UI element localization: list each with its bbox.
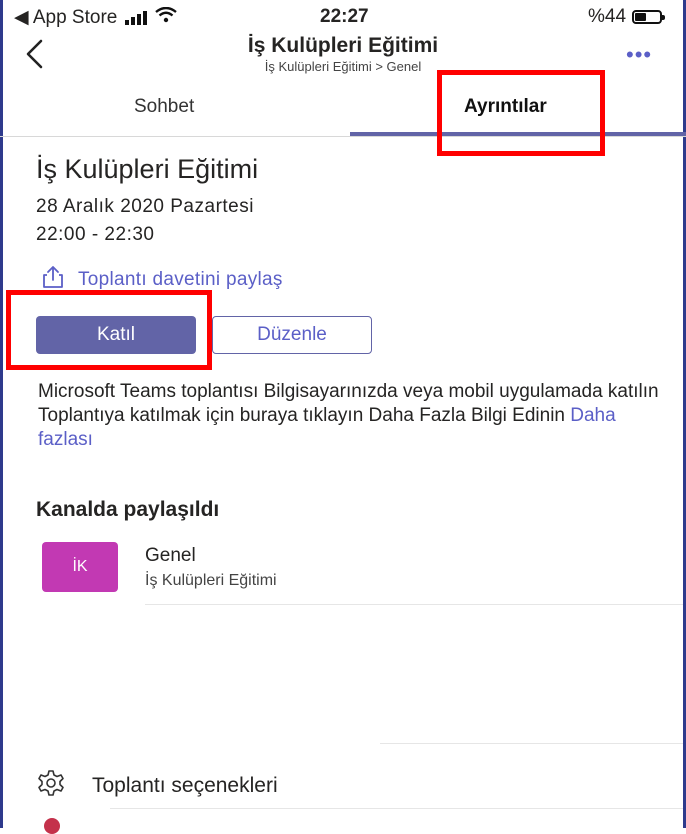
partial-bottom-icon <box>44 818 60 834</box>
divider <box>110 808 683 809</box>
status-left: ◀ App Store <box>14 6 178 29</box>
meeting-options-row[interactable]: Toplantı seçenekleri <box>36 768 278 804</box>
highlight-box-join-button <box>6 290 212 370</box>
divider <box>380 743 683 744</box>
meeting-time: 22:00 - 22:30 <box>36 224 155 245</box>
meeting-date: 28 Aralık 2020 Pazartesi <box>36 196 254 217</box>
tab-sohbet[interactable]: Sohbet <box>134 96 194 118</box>
channel-name[interactable]: Genel <box>145 545 196 567</box>
share-invite-label: Toplantı davetini paylaş <box>78 269 283 290</box>
status-right: %44 <box>588 6 666 28</box>
channel-team-name: İş Kulüpleri Eğitimi <box>145 572 277 589</box>
divider <box>145 604 683 605</box>
battery-icon <box>632 10 666 24</box>
status-time: 22:27 <box>320 6 369 27</box>
cellular-signal-icon <box>125 10 148 25</box>
shared-in-channel-heading: Kanalda paylaşıldı <box>36 498 220 521</box>
edit-button[interactable]: Düzenle <box>212 316 372 354</box>
status-bar: ◀ App Store 22:27 %44 <box>0 0 686 32</box>
description-text: Microsoft Teams toplantısı Bilgisayarını… <box>38 381 659 426</box>
meeting-description: Microsoft Teams toplantısı Bilgisayarını… <box>38 380 670 452</box>
highlight-box-details-tab <box>437 70 605 156</box>
page-title: İş Kulüpleri Eğitimi <box>247 34 439 57</box>
more-options-icon[interactable]: ••• <box>626 42 652 68</box>
meeting-options-label: Toplantı seçenekleri <box>92 774 278 797</box>
wifi-icon <box>155 6 178 29</box>
channel-avatar[interactable]: İK <box>42 542 118 592</box>
back-to-app-store-link[interactable]: ◀ App Store <box>14 6 117 29</box>
meeting-title: İş Kulüpleri Eğitimi <box>36 154 259 184</box>
gear-icon <box>36 768 66 804</box>
battery-percentage: %44 <box>588 6 627 27</box>
